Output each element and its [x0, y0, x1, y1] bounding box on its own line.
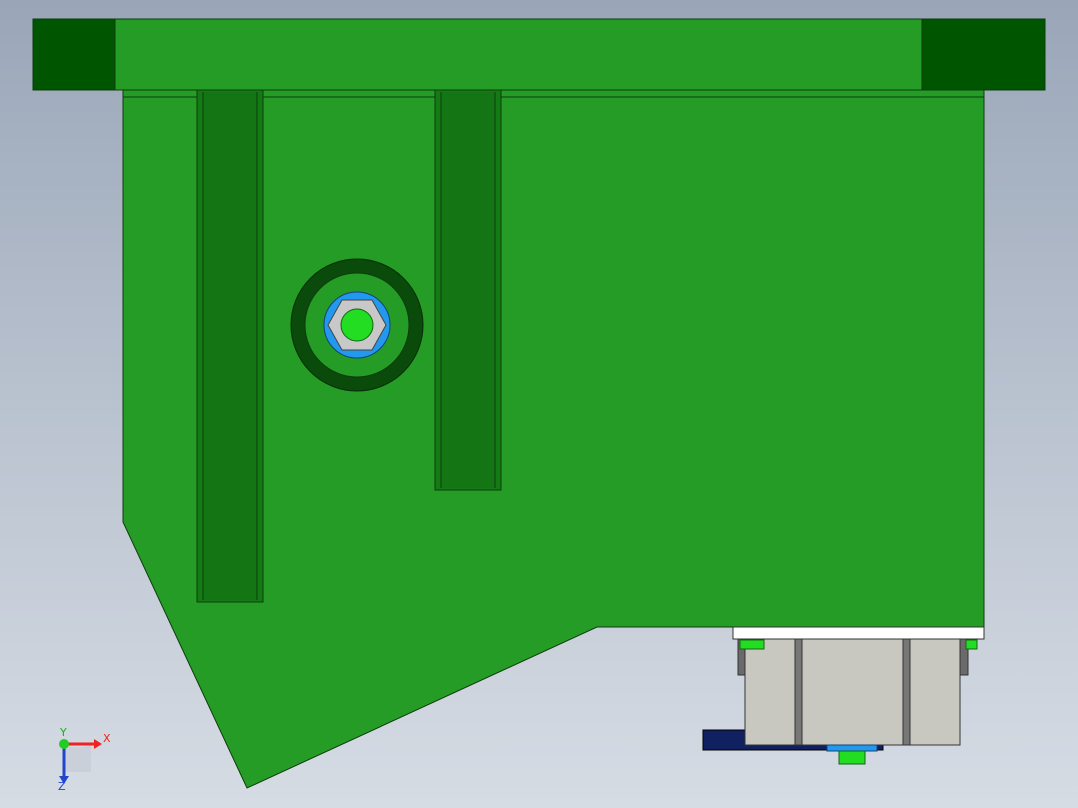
- model-view[interactable]: [0, 0, 1078, 808]
- left-slot[interactable]: [196, 89, 264, 603]
- triad-graphic: [59, 739, 102, 784]
- bolt-end-part: [340, 308, 374, 342]
- axis-triad: X Y Z: [44, 726, 124, 796]
- middle-slot[interactable]: [434, 89, 502, 491]
- y-axis-dot: [59, 739, 69, 749]
- x-axis-arrowhead: [94, 739, 102, 749]
- top-plate-left-block[interactable]: [32, 18, 116, 91]
- top-plate-part[interactable]: [32, 18, 1046, 91]
- graphics-viewport[interactable]: X Y Z: [0, 0, 1078, 808]
- bolt-assembly[interactable]: [290, 258, 424, 392]
- y-axis-label: Y: [60, 726, 67, 739]
- bottom-mount-assembly[interactable]: [702, 626, 985, 765]
- x-axis-label: X: [103, 732, 111, 745]
- top-plate-right-block[interactable]: [921, 18, 1046, 91]
- z-axis-label: Z: [58, 780, 66, 793]
